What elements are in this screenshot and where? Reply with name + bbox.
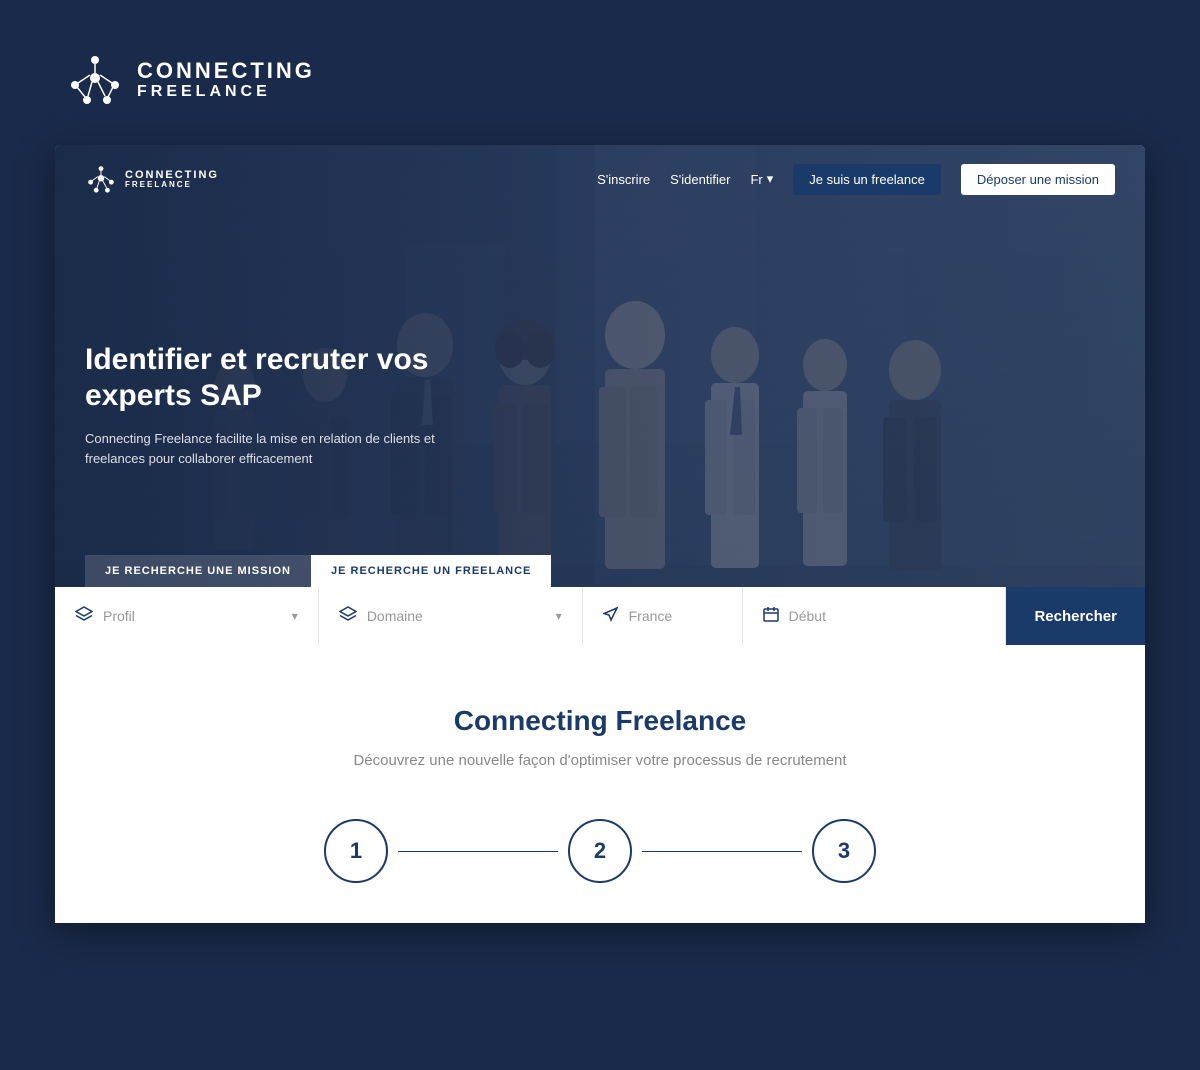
location-label: France (629, 608, 673, 624)
calendar-icon (763, 606, 779, 627)
outer-logo-line2: FREELANCE (137, 83, 315, 101)
steps-row: 1 2 3 (95, 819, 1105, 883)
nav-logo-line2: FREELANCE (125, 181, 219, 190)
step-3-circle: 3 (812, 819, 876, 883)
browser-window: CONNECTING FREELANCE S'inscrire S'identi… (55, 145, 1145, 923)
search-section: JE RECHERCHE UNE MISSION JE RECHERCHE UN… (55, 555, 1145, 645)
domain-label: Domaine (367, 608, 423, 624)
freelance-button[interactable]: Je suis un freelance (793, 164, 941, 195)
lang-label: Fr (750, 172, 762, 187)
mission-button[interactable]: Déposer une mission (961, 164, 1115, 195)
domain-layers-icon (339, 605, 357, 623)
calendar-svg-icon (763, 606, 779, 622)
step-line-2 (642, 851, 802, 852)
hero-subtitle: Connecting Freelance facilite la mise en… (85, 429, 485, 468)
nav-logo-line1: CONNECTING (125, 169, 219, 181)
outer-background: CONNECTING FREELANCE (0, 0, 1200, 923)
section-subtitle: Découvrez une nouvelle façon d'optimiser… (95, 752, 1105, 769)
profile-arrow-icon: ▾ (292, 609, 298, 623)
search-bar: Profil ▾ Domaine ▾ (55, 587, 1145, 645)
nav-logo: CONNECTING FREELANCE (85, 163, 219, 195)
step-2-circle: 2 (568, 819, 632, 883)
hero-content: Identifier et recruter vos experts SAP C… (85, 342, 485, 468)
layers-icon (75, 605, 93, 623)
section-title: Connecting Freelance (95, 705, 1105, 737)
search-tabs: JE RECHERCHE UNE MISSION JE RECHERCHE UN… (85, 555, 1145, 587)
outer-logo-icon (65, 50, 125, 110)
outer-logo-text: CONNECTING FREELANCE (137, 59, 315, 101)
hero-title: Identifier et recruter vos experts SAP (85, 342, 485, 414)
date-field[interactable]: Début (743, 587, 1007, 645)
profile-field[interactable]: Profil ▾ (55, 587, 319, 645)
nav-logo-text: CONNECTING FREELANCE (125, 169, 219, 190)
tab-mission[interactable]: JE RECHERCHE UNE MISSION (85, 555, 311, 587)
step-1-circle: 1 (324, 819, 388, 883)
lang-chevron-icon: ▾ (767, 171, 774, 187)
step-line-1 (398, 851, 558, 852)
signin-link[interactable]: S'inscrire (597, 172, 650, 187)
location-icon (603, 606, 619, 627)
date-label: Début (789, 608, 826, 624)
navbar: CONNECTING FREELANCE S'inscrire S'identi… (55, 145, 1145, 213)
profile-icon (75, 605, 93, 628)
nav-links: S'inscrire S'identifier Fr ▾ Je suis un … (597, 164, 1115, 195)
outer-logo: CONNECTING FREELANCE (55, 50, 1145, 110)
tab-freelance[interactable]: JE RECHERCHE UN FREELANCE (311, 555, 551, 587)
search-button[interactable]: Rechercher (1006, 587, 1145, 645)
domain-icon (339, 605, 357, 628)
outer-logo-line1: CONNECTING (137, 59, 315, 83)
lang-selector[interactable]: Fr ▾ (750, 171, 773, 187)
profile-label: Profil (103, 608, 135, 624)
domain-field[interactable]: Domaine ▾ (319, 587, 583, 645)
white-section: Connecting Freelance Découvrez une nouve… (55, 645, 1145, 923)
nav-logo-icon (85, 163, 117, 195)
domain-arrow-icon: ▾ (556, 609, 562, 623)
login-link[interactable]: S'identifier (670, 172, 730, 187)
send-icon (603, 606, 619, 622)
location-field[interactable]: France (583, 587, 743, 645)
hero-section: CONNECTING FREELANCE S'inscrire S'identi… (55, 145, 1145, 645)
